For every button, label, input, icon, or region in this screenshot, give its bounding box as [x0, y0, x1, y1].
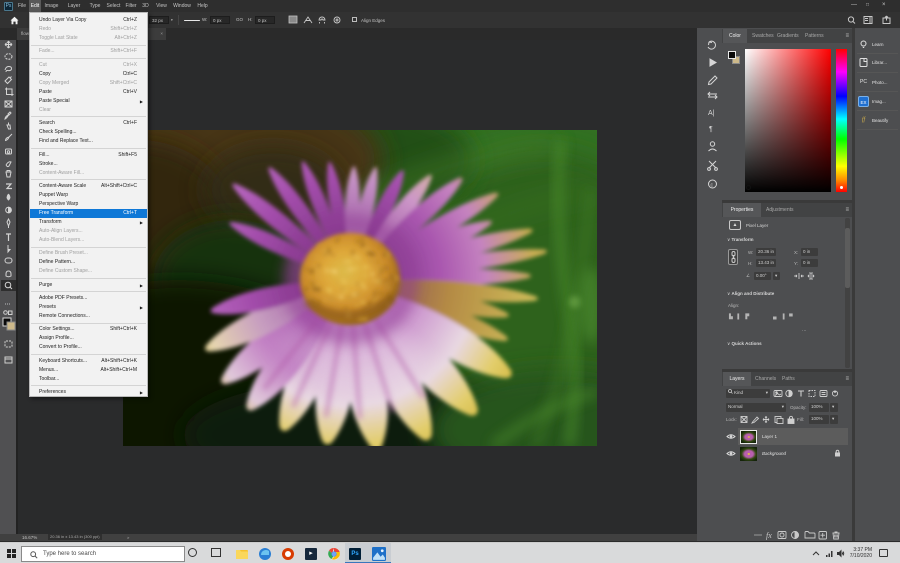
svg-text:¶: ¶ — [709, 126, 713, 133]
svg-text:fx: fx — [766, 531, 772, 540]
svg-text:A|: A| — [708, 110, 715, 117]
